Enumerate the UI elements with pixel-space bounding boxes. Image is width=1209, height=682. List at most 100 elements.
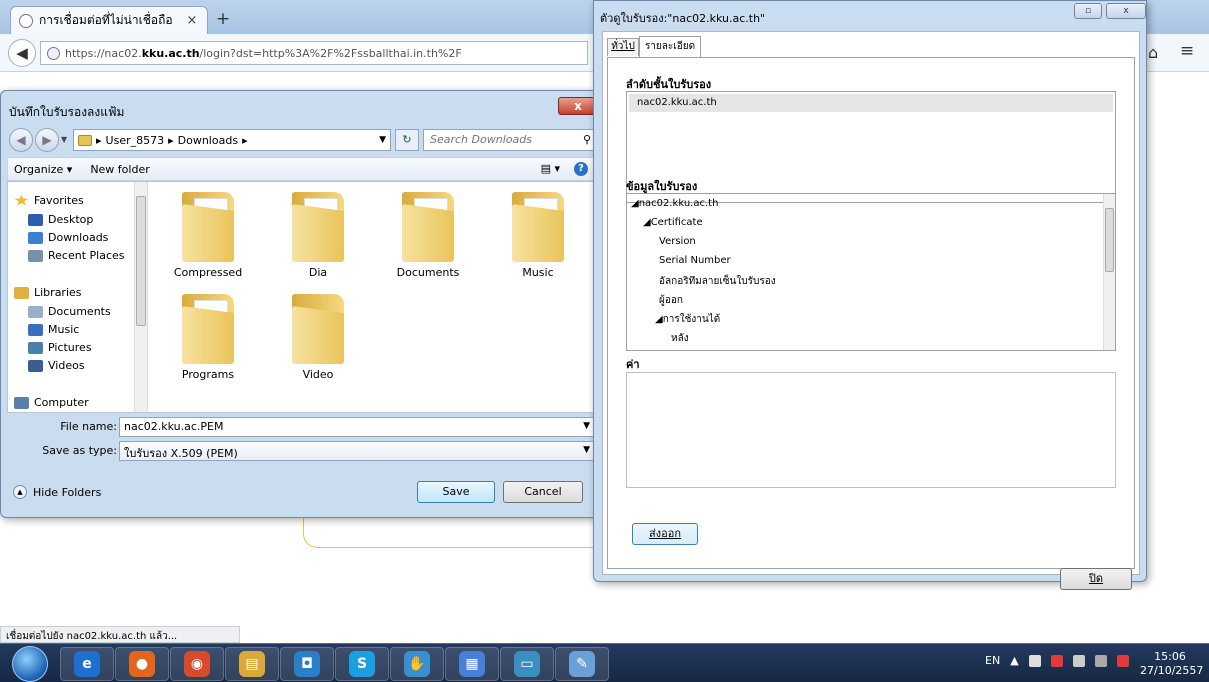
save-type-select[interactable]: ใบรับรอง X.509 (PEM) ▼ [119, 441, 595, 461]
sidebar-item-recent-places[interactable]: Recent Places [28, 249, 125, 262]
sidebar-item-libraries[interactable]: Libraries [14, 286, 82, 299]
refresh-icon[interactable]: ↻ [395, 129, 419, 151]
taskbar-app-button[interactable]: e [60, 647, 114, 681]
sidebar-item-computer[interactable]: Computer [14, 396, 89, 409]
language-indicator[interactable]: EN [985, 654, 1000, 667]
clock-date: 27/10/2557 [1140, 664, 1204, 677]
taskbar-app-button[interactable]: S [335, 647, 389, 681]
scrollbar-thumb[interactable] [1105, 208, 1114, 272]
tree-node[interactable]: ◢nac02.kku.ac.th [631, 198, 718, 209]
menu-icon[interactable]: ≡ [1180, 41, 1194, 61]
chevron-up-icon[interactable]: ▲ [1010, 654, 1018, 667]
new-tab-button[interactable]: + [212, 9, 234, 29]
help-icon[interactable]: ? [574, 162, 588, 176]
taskbar-app-button[interactable]: ● [115, 647, 169, 681]
sidebar-item-pictures[interactable]: Pictures [28, 341, 92, 354]
new-folder-button[interactable]: New folder [90, 163, 149, 176]
tree-node[interactable]: หลัง [671, 331, 689, 346]
breadcrumb-downloads[interactable]: Downloads [178, 134, 238, 147]
dialog-title: บันทึกใบรับรองลงแฟ้ม [9, 105, 125, 119]
search-input[interactable] [430, 133, 570, 146]
close-button[interactable]: ปิด [1060, 568, 1132, 590]
tree-node[interactable]: Version [659, 236, 696, 247]
recent-places-icon [28, 249, 43, 262]
flag-icon[interactable] [1028, 654, 1041, 667]
file-name-label: File name: [60, 420, 117, 433]
folder-item[interactable]: Video [272, 292, 364, 381]
chevron-down-icon[interactable]: ▼ [583, 445, 590, 455]
nav-scrollbar[interactable] [134, 182, 147, 412]
sidebar-item-desktop[interactable]: Desktop [28, 213, 93, 226]
volume-icon[interactable] [1116, 654, 1129, 667]
hide-folders-button[interactable]: ▲ Hide Folders [13, 485, 101, 499]
back-button[interactable]: ◀ [8, 39, 36, 67]
tab-general[interactable]: ทั่วไป [607, 38, 639, 56]
breadcrumb-user[interactable]: User_8573 [106, 134, 165, 147]
security-icon[interactable] [1050, 654, 1063, 667]
browser-tab[interactable]: การเชื่อมต่อที่ไม่น่าเชื่อถือ × [10, 6, 208, 34]
certificate-viewer-dialog: ตัวดูใบรับรอง:"nac02.kku.ac.th" x ▫ ทั่ว… [593, 0, 1147, 590]
tree-node[interactable]: Serial Number [659, 255, 731, 266]
outlook-icon: ◘ [294, 651, 320, 677]
sidebar-item-documents[interactable]: Documents [28, 305, 111, 318]
url-text: https://nac02.kku.ac.th/login?dst=http%3… [65, 46, 462, 60]
url-bar[interactable]: https://nac02.kku.ac.th/login?dst=http%3… [40, 41, 588, 65]
sidebar-item-videos[interactable]: Videos [28, 359, 85, 372]
network-icon[interactable] [1094, 654, 1107, 667]
libraries-icon [14, 286, 29, 299]
taskbar-app-button[interactable]: ✋ [390, 647, 444, 681]
organize-button[interactable]: Organize ▾ [14, 163, 72, 176]
recent-locations-icon[interactable]: ▼ [61, 128, 73, 152]
hierarchy-item[interactable]: nac02.kku.ac.th [629, 94, 1113, 112]
file-name-row: File name: nac02.kku.ac.PEM ▼ [1, 417, 604, 439]
certificate-fields-tree: ◢nac02.kku.ac.th ◢Certificate Version Se… [626, 193, 1116, 351]
tab-details[interactable]: รายละเอียด [639, 36, 701, 58]
folder-item[interactable]: Documents [382, 190, 474, 279]
battery-icon[interactable] [1072, 654, 1085, 667]
chevron-down-icon[interactable]: ▼ [379, 135, 390, 145]
folder-item[interactable]: Programs [162, 292, 254, 381]
folder-item[interactable]: Dia [272, 190, 364, 279]
taskbar-app-button[interactable]: ▤ [225, 647, 279, 681]
export-button[interactable]: ส่งออก [632, 523, 698, 545]
tree-node[interactable]: ◢การใช้งานได้ [655, 312, 720, 327]
breadcrumb[interactable]: ▸ User_8573 ▸ Downloads ▸ ▼ [73, 129, 391, 151]
taskbar-app-button[interactable]: ▭ [500, 647, 554, 681]
dialog-close-button[interactable]: x [558, 97, 598, 115]
sidebar-item-favorites[interactable]: Favorites [14, 194, 84, 207]
search-box[interactable]: ⚲ [423, 129, 597, 151]
folder-item[interactable]: Compressed [162, 190, 254, 279]
view-options-icon[interactable]: ▤ ▾ [541, 162, 560, 176]
sidebar-item-downloads[interactable]: Downloads [28, 231, 108, 244]
close-icon[interactable]: × [185, 13, 199, 28]
tree-node[interactable]: อัลกอริทึมลายเซ็นใบรับรอง [659, 274, 776, 289]
tree-node[interactable]: ◢Certificate [643, 217, 703, 228]
back-arrow-icon[interactable]: ◀ [9, 128, 33, 152]
remote-desktop-icon: ▦ [459, 651, 485, 677]
scrollbar-thumb[interactable] [136, 196, 146, 326]
taskbar-app-button[interactable]: ◉ [170, 647, 224, 681]
chevron-down-icon[interactable]: ▼ [583, 421, 590, 431]
home-icon[interactable]: ⌂ [1148, 43, 1158, 62]
taskbar-app-button[interactable]: ✎ [555, 647, 609, 681]
tree-node[interactable]: ผู้ออก [659, 293, 683, 308]
value-box[interactable] [626, 372, 1116, 488]
cancel-button[interactable]: Cancel [503, 481, 583, 503]
taskbar-app-button[interactable]: ◘ [280, 647, 334, 681]
file-name-input[interactable]: nac02.kku.ac.PEM ▼ [119, 417, 595, 437]
save-button[interactable]: Save [417, 481, 495, 503]
search-icon[interactable]: ⚲ [583, 133, 591, 146]
status-bar: เชื่อมต่อไปยัง nac02.kku.ac.th แล้ว... [0, 626, 240, 643]
save-type-row: Save as type: ใบรับรอง X.509 (PEM) ▼ [1, 441, 604, 463]
forward-arrow-icon[interactable]: ▶ [35, 128, 59, 152]
tree-scrollbar[interactable] [1103, 194, 1115, 350]
value-label: ค่า [626, 358, 640, 371]
taskbar-app-button[interactable]: ▦ [445, 647, 499, 681]
start-button[interactable] [12, 646, 48, 682]
sidebar-item-music[interactable]: Music [28, 323, 79, 336]
window-close-button[interactable]: x [1106, 3, 1146, 19]
history-nav: ◀ ▶ ▼ [9, 128, 73, 152]
window-maximize-button[interactable]: ▫ [1074, 3, 1102, 19]
folder-item[interactable]: Music [492, 190, 584, 279]
clock[interactable]: 15:06 27/10/2557 [1140, 650, 1204, 678]
